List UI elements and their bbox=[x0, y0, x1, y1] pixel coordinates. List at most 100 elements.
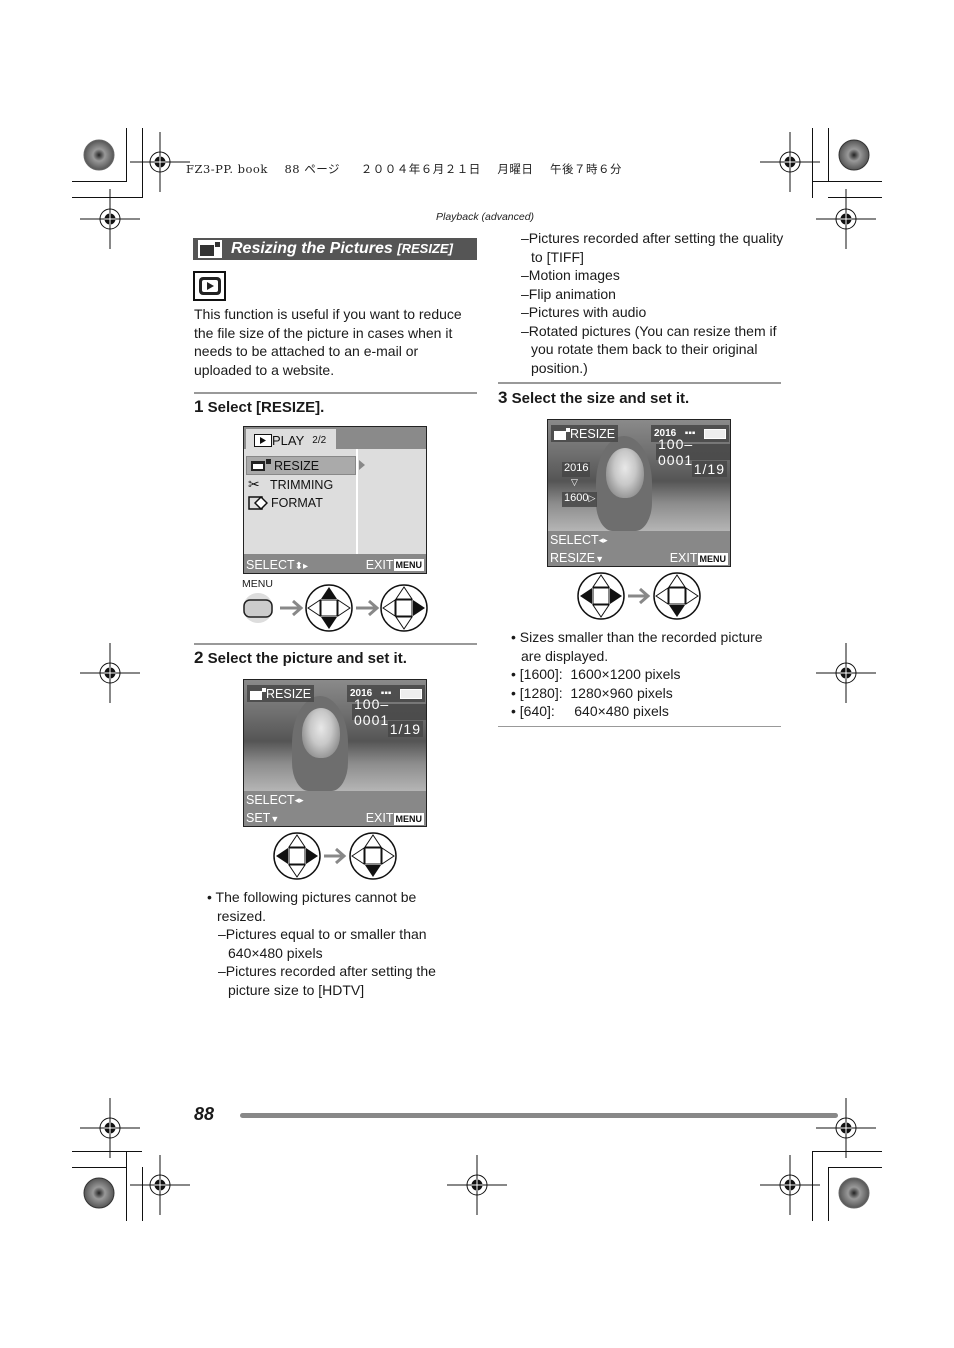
bullet-item: • Sizes smaller than the recorded pictur… bbox=[511, 629, 763, 664]
menu-item-label: RESIZE bbox=[274, 458, 320, 473]
lcd-picture-screen: RESIZE 2016 ▪▪▪ 100–0001 1/19 SELECT ◂▸ S… bbox=[243, 679, 427, 827]
footer-exit: EXIT MENU bbox=[366, 558, 424, 572]
step-number: 2 bbox=[194, 648, 204, 667]
picture-count-text: 1/19 bbox=[693, 461, 725, 477]
dash-item: –Pictures equal to or smaller than 640×4… bbox=[218, 926, 427, 961]
scissors-icon: ✂ bbox=[248, 476, 260, 492]
dash-item: –Pictures with audio bbox=[521, 304, 647, 320]
left-right-icon: ◂▸ bbox=[598, 534, 608, 545]
bullet-item: • [1280]: 1280×960 pixels bbox=[511, 684, 673, 701]
size-down-arrow-icon: ▽ bbox=[571, 477, 578, 487]
step-2-controls bbox=[273, 832, 397, 880]
step-label: Select [RESIZE]. bbox=[207, 399, 325, 416]
menu-button-icon bbox=[243, 599, 273, 618]
play-icon bbox=[198, 277, 221, 295]
dpad-right-icon bbox=[380, 584, 428, 632]
divider bbox=[194, 392, 477, 394]
playback-mode-icon bbox=[193, 271, 226, 301]
mode-text: RESIZE bbox=[266, 686, 312, 701]
section-label: Playback (advanced) bbox=[436, 211, 535, 223]
arrow-right-icon bbox=[324, 847, 347, 865]
step-label: Select the size and set it. bbox=[511, 390, 690, 407]
bullet-item: • [640]: 640×480 pixels bbox=[511, 703, 669, 719]
print-header: FZ3-PP. book 88 ページ ２００４年６月２１日 月曜日 午後７時６… bbox=[186, 161, 622, 177]
photo-face bbox=[606, 448, 644, 498]
lcd-footer: SELECT ◂▸ SET▼ EXIT MENU bbox=[244, 791, 426, 826]
current-size-text: 2016 bbox=[564, 462, 589, 474]
picture-count: 1/19 bbox=[691, 461, 727, 477]
bullet-text: [1280]: 1280×960 pixels bbox=[519, 684, 673, 701]
step-1-heading: 1 Select [RESIZE]. bbox=[194, 397, 324, 417]
footer-resize-label: RESIZE bbox=[550, 551, 596, 565]
footer-select-label: SELECT bbox=[246, 557, 295, 572]
menu-item-label: FORMAT bbox=[271, 495, 323, 510]
footer-set-label: SET bbox=[246, 811, 271, 825]
format-icon bbox=[248, 495, 268, 510]
menu-item-format[interactable]: FORMAT bbox=[248, 495, 323, 510]
menu-badge: MENU bbox=[393, 812, 424, 825]
divider bbox=[194, 643, 477, 645]
dash-item: –Motion images bbox=[521, 267, 620, 283]
step-number: 3 bbox=[498, 388, 508, 407]
tab-play[interactable]: PLAY 2/2 bbox=[246, 429, 336, 451]
dpad-left-right-icon bbox=[577, 572, 625, 620]
lcd-footer: SELECT ◂▸ RESIZE▼ EXIT MENU bbox=[548, 531, 730, 566]
resize-icon bbox=[251, 459, 271, 471]
intro-text: This function is useful if you want to r… bbox=[194, 306, 462, 378]
menu-item-trimming[interactable]: ✂ TRIMMING bbox=[248, 476, 333, 493]
lcd-menu-screen: PLAY 2/2 RESIZE ✂ TRIMMING FORMAT SELECT… bbox=[243, 426, 427, 574]
bullet-text: [1600]: 1600×1200 pixels bbox=[519, 666, 681, 682]
resize-icon bbox=[554, 427, 570, 440]
dash-item: –Pictures recorded after setting the pic… bbox=[218, 963, 436, 998]
submenu-arrow-icon bbox=[359, 460, 365, 470]
play-icon bbox=[254, 433, 272, 447]
bullet-text: [640]: 640×480 pixels bbox=[519, 703, 669, 719]
lcd-divider bbox=[356, 449, 358, 554]
dash-item: –Pictures recorded after setting the qua… bbox=[521, 230, 784, 265]
left-right-icon: ◂▸ bbox=[294, 794, 304, 805]
dpad-left-right-icon bbox=[273, 832, 321, 880]
title-text: Resizing the Pictures bbox=[231, 240, 393, 257]
print-date: ２００４年６月２１日 bbox=[360, 162, 481, 176]
tab-play-label: PLAY bbox=[272, 432, 305, 448]
bullet-text: Sizes smaller than the recorded picture … bbox=[519, 629, 763, 664]
menu-badge: MENU bbox=[697, 552, 728, 565]
cannot-resize-list: • The following pictures cannot be resiz… bbox=[207, 888, 467, 999]
page-title: Resizing the Pictures [RESIZE] bbox=[231, 240, 453, 258]
step-3-heading: 3 Select the size and set it. bbox=[498, 388, 689, 408]
cannot-resize-list-continued: –Pictures recorded after setting the qua… bbox=[510, 229, 785, 377]
target-size-text: 1600 bbox=[564, 492, 589, 504]
menu-item-resize[interactable]: RESIZE bbox=[246, 456, 356, 475]
menu-badge: MENU bbox=[393, 559, 424, 572]
lcd-footer: SELECT⬍▸ EXIT MENU bbox=[244, 554, 426, 573]
right-arrow-icon: ▷ bbox=[588, 493, 596, 503]
print-weekday: 月曜日 bbox=[497, 162, 534, 176]
bullet-item: • [1600]: 1600×1200 pixels bbox=[511, 666, 681, 682]
step-label: Select the picture and set it. bbox=[207, 650, 407, 667]
up-down-right-icon: ⬍▸ bbox=[294, 560, 309, 572]
resize-icon bbox=[250, 687, 266, 700]
title-tag: [RESIZE] bbox=[397, 241, 453, 256]
dash-item: –Rotated pictures (You can resize them i… bbox=[521, 322, 777, 376]
picture-count: 1/19 bbox=[387, 721, 423, 737]
menu-item-label: TRIMMING bbox=[270, 477, 334, 492]
footer-select-label: SELECT bbox=[246, 793, 295, 807]
footer-exit-label: EXIT bbox=[365, 557, 394, 572]
photo-face bbox=[302, 708, 340, 758]
step-number: 1 bbox=[194, 397, 204, 416]
footer-exit-label: EXIT bbox=[669, 551, 698, 565]
page-number: 88 bbox=[194, 1104, 215, 1124]
footer-select: SELECT⬍▸ bbox=[246, 558, 308, 572]
current-size: 2016 bbox=[562, 462, 591, 477]
file-number: 100–0001 bbox=[656, 436, 730, 468]
divider bbox=[498, 382, 781, 384]
mode-label: RESIZE bbox=[247, 685, 315, 702]
target-size[interactable]: 1600▷ bbox=[562, 492, 598, 507]
bullet-text: The following pictures cannot be resized… bbox=[215, 889, 417, 924]
footer-exit-label: EXIT bbox=[365, 811, 394, 825]
step-3-controls bbox=[577, 572, 701, 620]
bullet-item: • The following pictures cannot be resiz… bbox=[207, 889, 417, 924]
picture-count-text: 1/19 bbox=[389, 721, 421, 737]
file-number: 100–0001 bbox=[352, 696, 426, 728]
resize-icon bbox=[198, 240, 222, 258]
